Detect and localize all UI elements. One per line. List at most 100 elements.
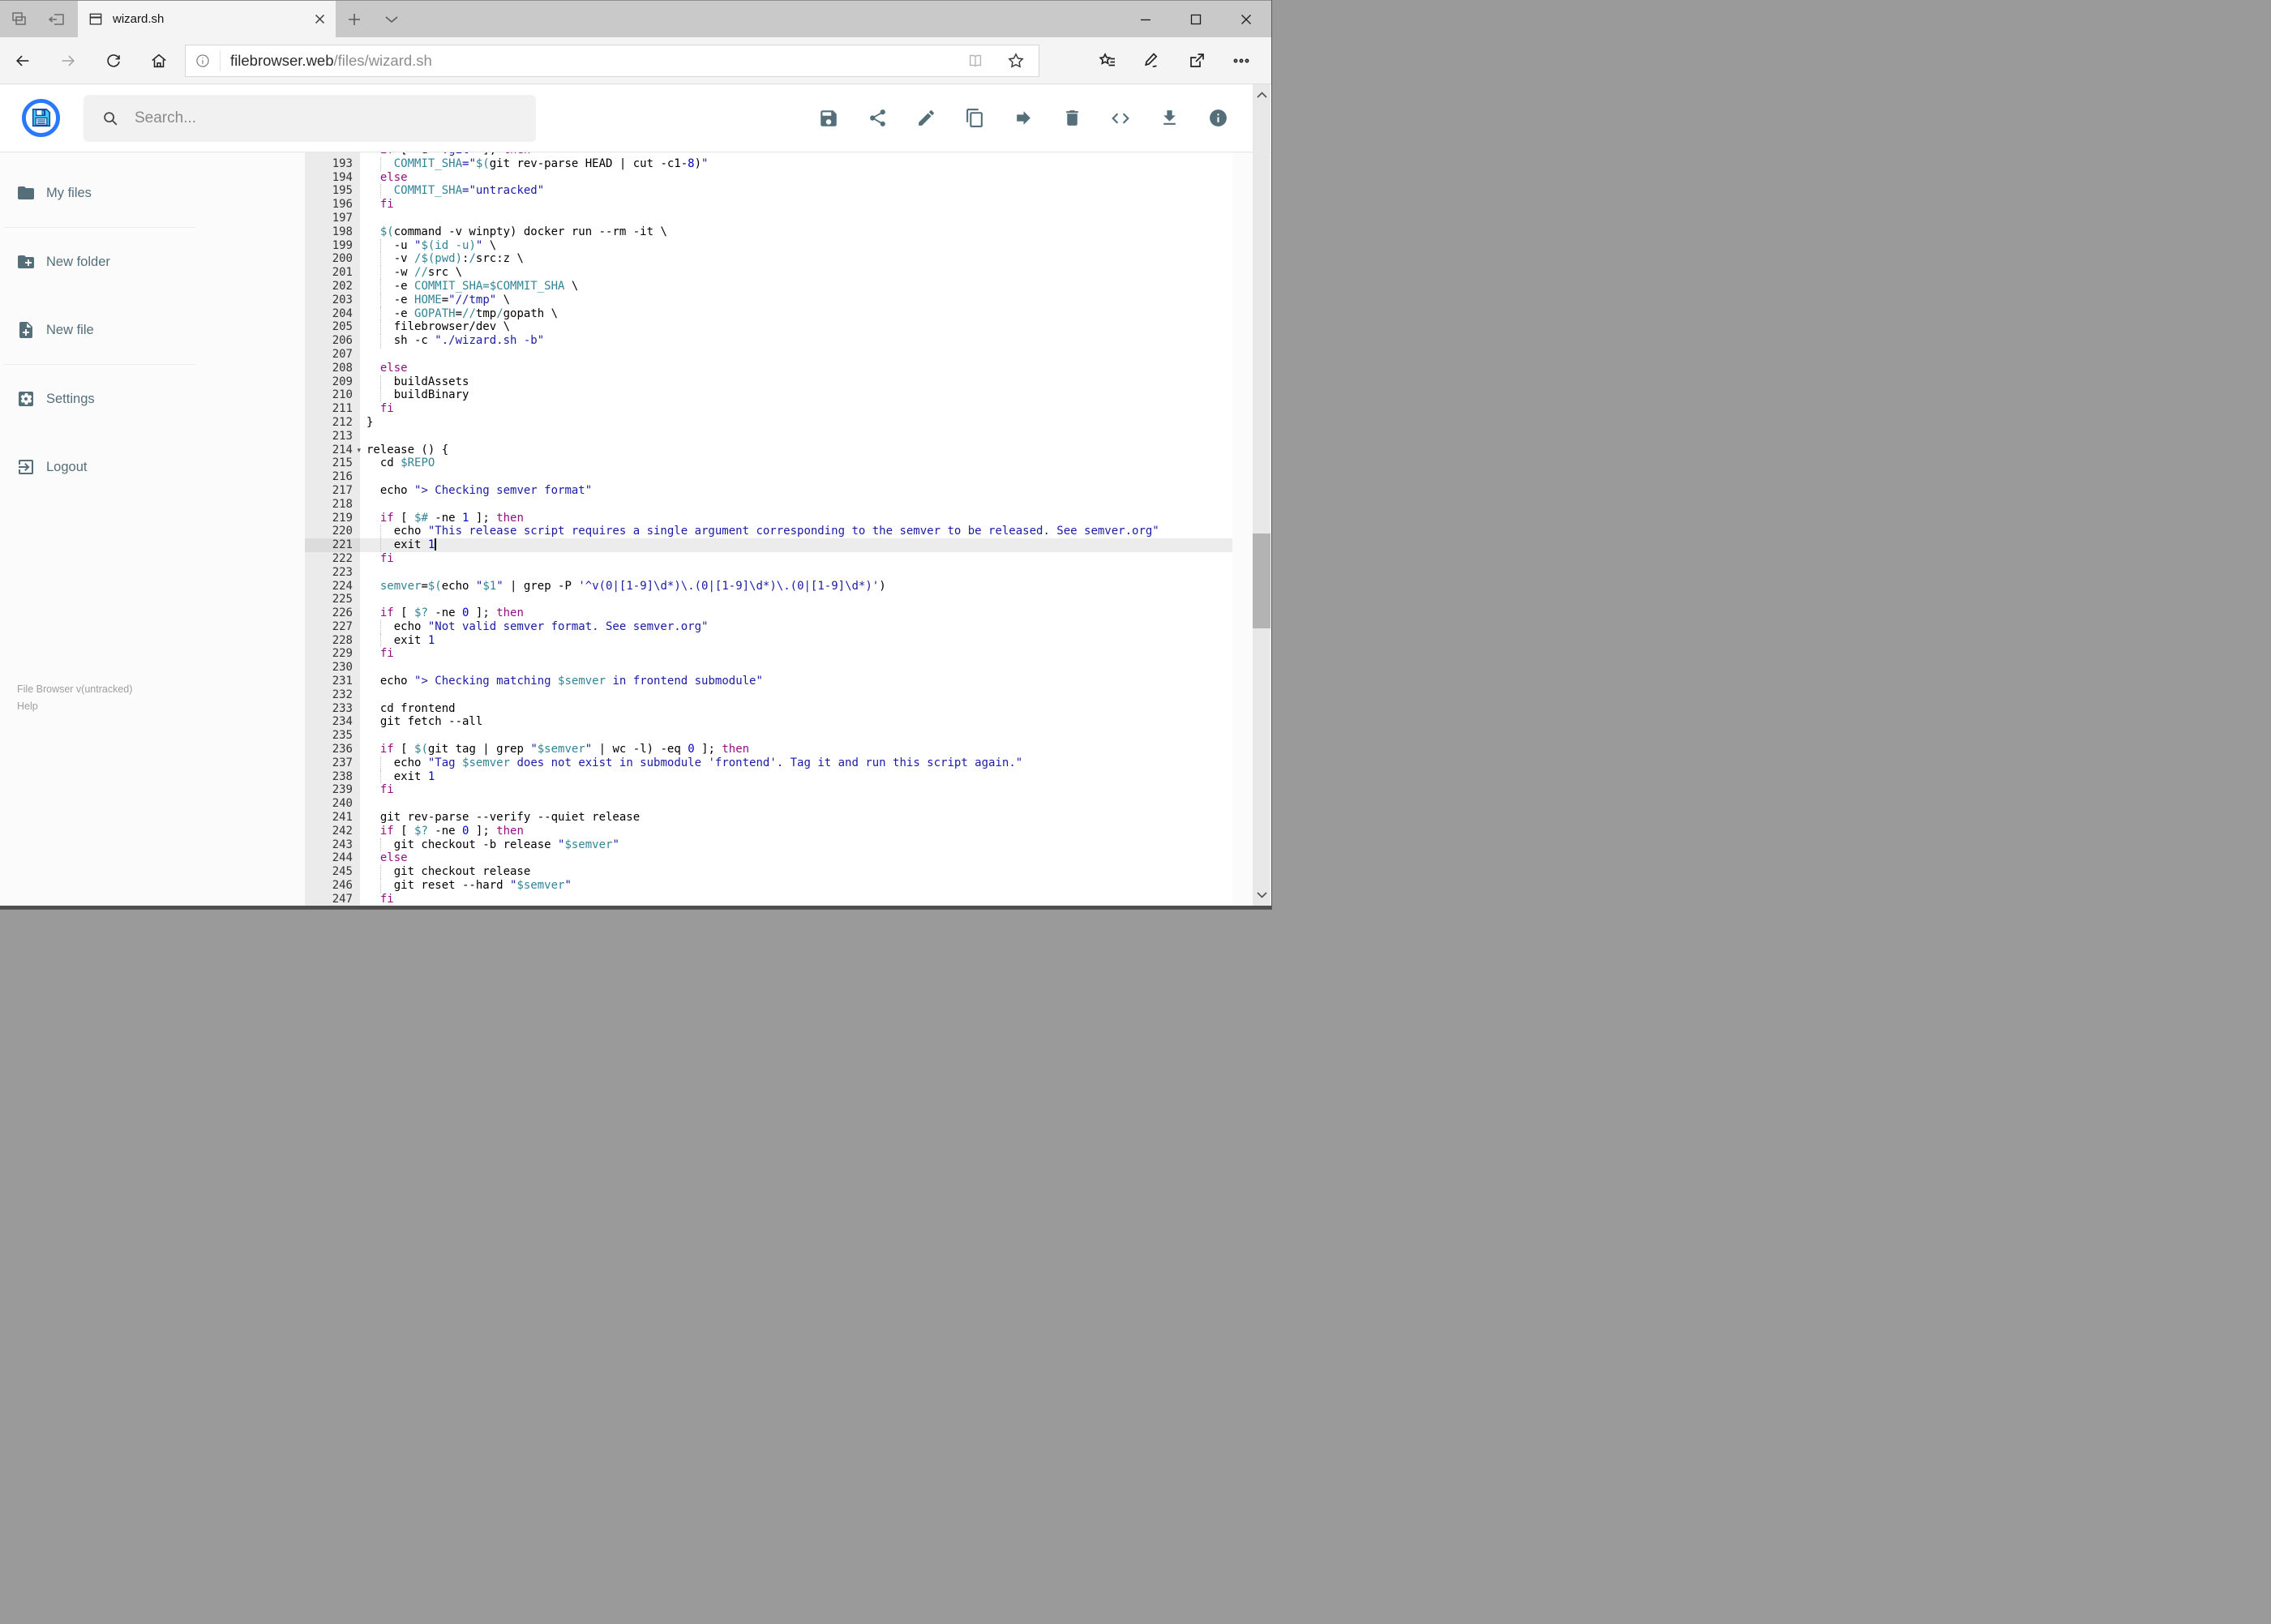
page-scrollbar[interactable] [1253,84,1270,906]
code-line: 235 [305,729,1232,743]
site-info-icon[interactable] [186,53,220,69]
indent-guide [379,769,381,784]
indent-guide [379,156,381,171]
web-note-pen-icon[interactable] [1129,37,1174,84]
code-line: 196 fi [305,198,1232,212]
code-line: 246 git reset --hard "$semver" [305,879,1232,893]
sidebar-item-new-file[interactable]: New file [0,296,305,364]
sidebar-footer: File Browser v(untracked) Help [17,681,132,715]
indent-guide [379,375,381,389]
sidebar-item-settings[interactable]: Settings [0,365,305,433]
scrollbar-thumb[interactable] [1253,533,1270,628]
save-button[interactable] [804,94,853,143]
line-number: 211 [305,402,360,416]
code-line: 232 [305,688,1232,702]
search-icon [104,111,118,125]
code-line: 216 [305,470,1232,484]
info-button[interactable] [1193,94,1242,143]
download-button[interactable] [1145,94,1193,143]
tab-strip: wizard.sh [0,0,1271,37]
browser-window: wizard.sh filebrowser.web/files/wizard.s… [0,0,1272,910]
browser-tab[interactable]: wizard.sh [78,1,336,37]
show-set-aside-tabs-button[interactable] [10,11,28,28]
line-number: 234 [305,715,360,730]
code-line: 221 exit 1 [305,538,1232,552]
minimize-button[interactable] [1121,1,1171,37]
more-options-icon[interactable] [1219,37,1263,84]
code-line: 222 fi [305,551,1232,566]
filebrowser-logo[interactable] [22,99,60,137]
code-line: 239 fi [305,783,1232,798]
line-number: 227 [305,619,360,634]
sidebar-item-label: New folder [46,254,110,269]
code-line: 194 else [305,170,1232,185]
help-link[interactable]: Help [17,698,132,715]
rename-button[interactable] [902,94,950,143]
sidebar-item-my-files[interactable]: My files [0,159,305,227]
delete-button[interactable] [1048,94,1096,143]
line-number: 210 [305,388,360,403]
code-line: 209 buildAssets [305,375,1232,389]
code-line: 199 -u "$(id -u)" \ [305,238,1232,253]
new-file-icon [19,322,32,338]
maximize-button[interactable] [1171,1,1221,37]
search-input[interactable] [133,108,518,128]
tab-close-icon[interactable] [314,13,326,25]
line-number: 218 [305,497,360,512]
hub-favorites-icon[interactable] [1085,37,1129,84]
address-bar[interactable]: filebrowser.web/files/wizard.sh [185,44,1039,77]
code-line: 200 -v /$(pwd):/src:z \ [305,252,1232,267]
tab-preview-chevron[interactable] [373,1,410,37]
raw-code-button[interactable] [1096,94,1145,143]
scroll-down-icon[interactable] [1253,886,1270,904]
close-button[interactable] [1221,1,1271,37]
url-text: filebrowser.web/files/wizard.sh [221,52,432,70]
line-number: 201 [305,266,360,280]
code-line: 204 -e GOPATH=//tmp/gopath \ [305,306,1232,321]
browser-navbar: filebrowser.web/files/wizard.sh [0,37,1271,84]
main-content: My files New folder New file Settings Lo… [0,152,1271,906]
new-tab-button[interactable] [336,1,373,37]
sidebar: My files New folder New file Settings Lo… [0,152,305,906]
code-line: 223 [305,565,1232,580]
code-editor[interactable]: if [ -d ".git" ]; then193 COMMIT_SHA="$(… [305,152,1232,906]
forward-button[interactable] [45,37,91,84]
code-line: 226 if [ $? -ne 0 ]; then [305,606,1232,620]
line-number: 199 [305,238,360,253]
indent-guide [379,388,381,403]
code-line: 195 COMMIT_SHA="untracked" [305,184,1232,199]
code-line: 197 [305,211,1232,225]
line-number: 208 [305,361,360,375]
reading-view-icon[interactable] [966,52,985,70]
code-line: 206 sh -c "./wizard.sh -b" [305,334,1232,348]
indent-guide [379,279,381,294]
code-line: 198 $(command -v winpty) docker run --rm… [305,225,1232,239]
line-number: 228 [305,633,360,648]
line-number: 214 ▾ [305,443,361,457]
sidebar-item-label: Logout [46,459,88,474]
search-box[interactable] [84,94,536,142]
line-number: 236 [305,743,360,756]
line-number: 224 [305,579,360,593]
line-number: 220 [305,525,360,539]
move-button[interactable] [999,94,1048,143]
line-number: 216 [305,470,360,484]
home-button[interactable] [136,37,182,84]
line-number: 221 [305,538,360,552]
line-number: 209 [305,375,360,389]
back-button[interactable] [0,37,45,84]
code-line: 193 COMMIT_SHA="$(git rev-parse HEAD | c… [305,156,1232,171]
code-line: 218 [305,497,1232,512]
sidebar-item-logout[interactable]: Logout [0,433,305,501]
sidebar-item-new-folder[interactable]: New folder [0,228,305,296]
favorite-star-icon[interactable] [1006,51,1026,71]
copy-button[interactable] [950,94,999,143]
share-icon[interactable] [1174,37,1219,84]
refresh-button[interactable] [91,37,136,84]
code-line: 247 fi [305,892,1232,906]
line-number: 200 [305,252,360,267]
code-line: 217 echo "> Checking semver format" [305,483,1232,498]
share-file-button[interactable] [853,94,902,143]
set-tabs-aside-button[interactable] [47,11,66,28]
scroll-up-icon[interactable] [1253,86,1270,104]
